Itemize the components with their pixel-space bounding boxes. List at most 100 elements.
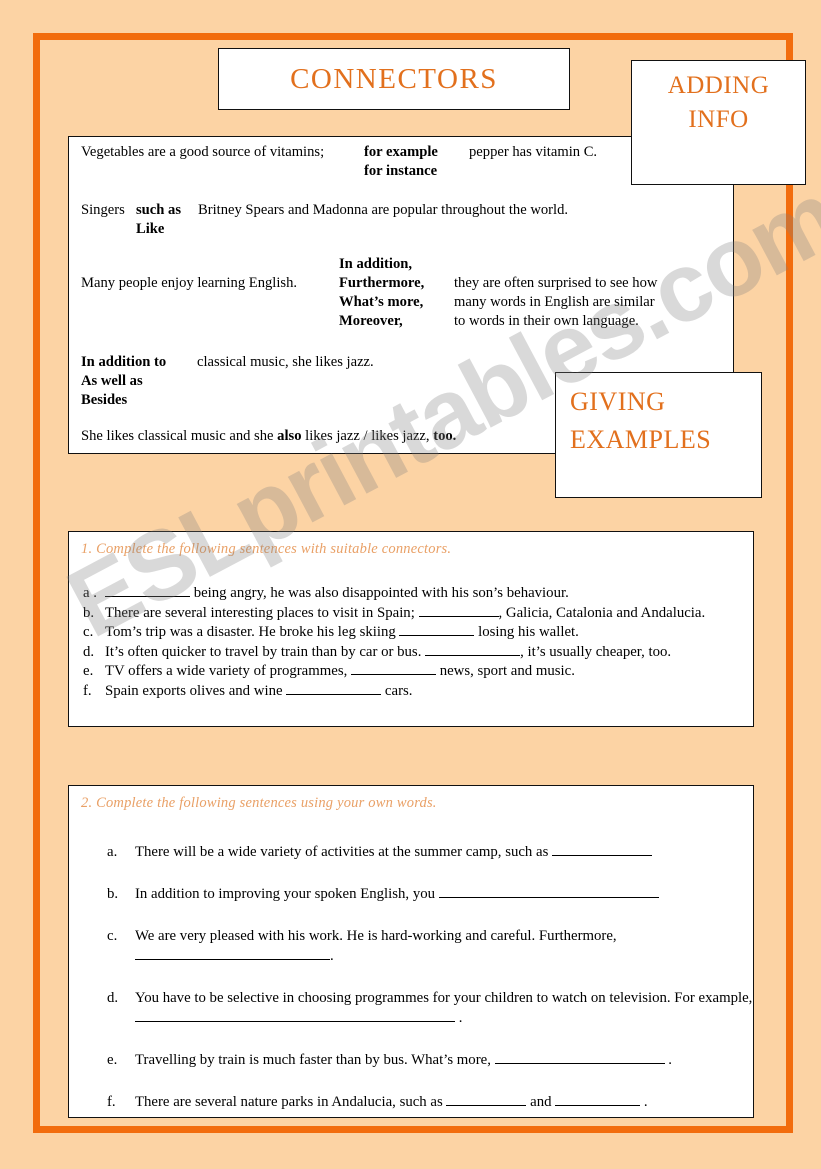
worksheet-title-box: CONNECTORS [218, 48, 570, 110]
giving-examples-label: GIVING EXAMPLES [570, 383, 761, 458]
giving-examples-line-1: GIVING [570, 387, 666, 416]
item-text-post: . [640, 1094, 648, 1110]
item-text-pre: Tom’s trip was a disaster. He broke his … [105, 624, 400, 640]
exercise-1-box: 1. Complete the following sentences with… [68, 531, 754, 727]
item-text-post: news, sport and music. [436, 663, 575, 679]
list-item: f. There are several nature parks in Anda… [107, 1092, 753, 1112]
item-label: e. [107, 1052, 118, 1068]
example-clause-right: they are often surprised to see how [454, 275, 658, 291]
page-title: CONNECTORS [290, 62, 498, 95]
adding-info-label: ADDING INFO [632, 69, 805, 137]
connector-word: As well as [81, 373, 143, 389]
item-text-pre: There are several interesting places to … [105, 604, 419, 621]
answer-blank[interactable] [105, 596, 190, 597]
item-label: d. [83, 643, 95, 660]
connector-word: for example [364, 144, 438, 160]
example-clause-left: Many people enjoy learning English. [81, 275, 298, 291]
example-clause-left: Vegetables are a good source of vitamins… [81, 144, 325, 160]
answer-blank[interactable] [425, 654, 521, 656]
connector-word: such as [136, 202, 182, 218]
example-group-in-addition-to: In addition to classical music, she likes… [81, 353, 374, 410]
example-row: In addition to classical music, she likes… [81, 353, 374, 372]
item-text-post: . [455, 1010, 463, 1026]
item-text-post: , Galicia, Catalonia and Andalucia. [498, 604, 706, 621]
connector-word: Besides [81, 392, 128, 408]
example-group-such-as: Singers such as Britney Spears and Madonna… [81, 201, 568, 239]
answer-blank[interactable] [135, 1021, 455, 1022]
list-item: b. There are several interesting places t… [83, 604, 753, 624]
adding-info-label-box: ADDING INFO [631, 60, 806, 185]
answer-blank[interactable] [555, 1105, 641, 1106]
example-row: Singers such as Britney Spears and Madonna… [81, 201, 568, 220]
example-text-mid: likes jazz / likes jazz, [301, 428, 434, 444]
adding-info-line-1: ADDING [667, 72, 770, 99]
item-label: b. [83, 604, 95, 621]
item-label: f. [107, 1094, 116, 1110]
item-text-post: being angry, he was also disappointed wi… [190, 585, 569, 601]
item-text-post: losing his wallet. [474, 624, 579, 640]
answer-blank[interactable] [135, 959, 330, 960]
exercise-2-box: 2. Complete the following sentences usin… [68, 785, 754, 1118]
answer-blank[interactable] [446, 1105, 527, 1106]
example-group-for-example: Vegetables are a good source of vitamins… [81, 143, 597, 181]
item-text-pre: Travelling by train is much faster than … [135, 1052, 495, 1068]
example-clause-right: many words in English are similar [454, 294, 655, 310]
connector-word: In addition to [81, 354, 167, 370]
item-label: b. [107, 886, 119, 902]
connector-word: What’s more, [339, 294, 424, 310]
list-item: e. TV offers a wide variety of programmes… [83, 662, 753, 682]
item-text-post: , it’s usually cheaper, too. [520, 643, 672, 660]
example-group-also-too: She likes classical music and she also l… [81, 427, 456, 446]
connector-word: too. [433, 428, 457, 444]
example-row: Moreover, to words in their own language. [81, 312, 657, 331]
item-text-pre: There will be a wide variety of activiti… [135, 844, 553, 860]
list-item: c. We are very pleased with his work. He … [107, 926, 753, 966]
answer-blank[interactable] [494, 1063, 665, 1064]
giving-examples-line-2: EXAMPLES [570, 424, 712, 454]
list-item: d. You have to be selective in choosing p… [107, 988, 753, 1028]
list-item: f. Spain exports olives and wine cars. [83, 682, 753, 702]
connector-word: also [277, 428, 302, 444]
list-item: e. Travelling by train is much faster tha… [107, 1050, 753, 1070]
answer-blank[interactable] [286, 693, 382, 695]
list-item: b. In addition to improving your spoken E… [107, 884, 753, 904]
answer-blank[interactable] [351, 674, 436, 675]
item-text-pre: We are very pleased with his work. He is… [135, 928, 617, 944]
adding-info-line-2: INFO [688, 105, 749, 133]
item-label: f. [83, 682, 92, 699]
item-label: d. [107, 990, 119, 1006]
item-text-pre: TV offers a wide variety of programmes, [105, 663, 351, 679]
answer-blank[interactable] [438, 897, 659, 898]
connector-word: Like [136, 221, 165, 237]
example-row-alt: Like [81, 220, 568, 239]
giving-examples-label-box: GIVING EXAMPLES [555, 372, 762, 498]
item-label: c. [83, 624, 94, 640]
item-text-pre: Spain exports olives and wine [105, 682, 287, 699]
item-text-post: . [664, 1052, 672, 1068]
exercise-1-list: a . being angry, he was also disappointe… [69, 584, 753, 701]
answer-blank[interactable] [399, 635, 475, 636]
item-text-post: . [330, 948, 334, 964]
item-text-pre: It’s often quicker to travel by train th… [105, 643, 426, 660]
item-text-pre: In addition to improving your spoken Eng… [135, 886, 439, 902]
answer-blank[interactable] [418, 615, 499, 617]
list-item: a. There will be a wide variety of activi… [107, 842, 753, 862]
item-label: c. [107, 928, 118, 944]
example-clause-right: Britney Spears and Madonna are popular t… [198, 202, 569, 218]
example-clause-right: to words in their own language. [454, 313, 639, 329]
item-text-pre: You have to be selective in choosing pro… [135, 990, 753, 1006]
connector-word: In addition, [339, 256, 413, 272]
example-clause-right: pepper has vitamin C. [469, 144, 598, 160]
connector-word: Furthermore, [339, 275, 425, 291]
connector-word: Moreover, [339, 313, 403, 329]
example-row: In addition, [81, 255, 657, 274]
list-item: d. It’s often quicker to travel by train … [83, 643, 753, 663]
answer-blank[interactable] [552, 855, 653, 856]
example-group-in-addition: In addition, Many people enjoy learning … [81, 255, 657, 331]
example-clause-right: classical music, she likes jazz. [197, 354, 374, 370]
example-row-alt: for instance [81, 162, 597, 181]
list-item: a . being angry, he was also disappointe… [83, 584, 753, 604]
example-row: What’s more, many words in English are si… [81, 293, 657, 312]
example-row: Vegetables are a good source of vitamins… [81, 143, 597, 162]
example-row: She likes classical music and she also l… [81, 427, 456, 446]
